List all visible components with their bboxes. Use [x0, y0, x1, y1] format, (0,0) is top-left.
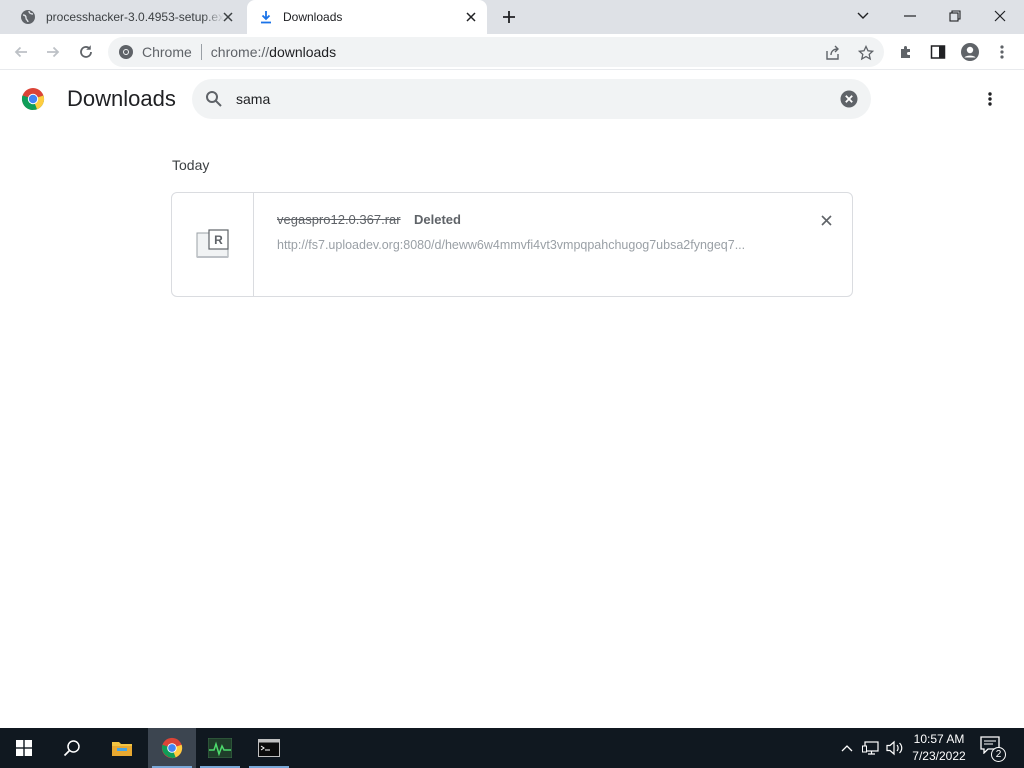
- download-icon: [259, 10, 273, 24]
- omnibox-divider: [200, 44, 202, 60]
- taskbar-file-explorer[interactable]: [98, 728, 146, 768]
- url-scheme: chrome://: [210, 44, 270, 60]
- clock-date: 7/23/2022: [912, 749, 966, 763]
- minimize-icon[interactable]: [895, 4, 925, 28]
- globe-icon: [20, 9, 36, 25]
- clear-search-icon[interactable]: [840, 90, 858, 108]
- download-status: Deleted: [414, 212, 461, 227]
- browser-toolbar: Chrome chrome:// downloads: [0, 34, 1024, 70]
- extensions-icon[interactable]: [893, 39, 919, 65]
- search-icon: [63, 739, 81, 757]
- profile-avatar-icon[interactable]: [957, 39, 983, 65]
- chrome-logo-icon: [21, 87, 45, 111]
- svg-text:R: R: [214, 233, 223, 247]
- download-url[interactable]: http://fs7.uploadev.org:8080/d/heww6w4mm…: [277, 238, 777, 252]
- tab-processhacker[interactable]: processhacker-3.0.4953-setup.exe: [8, 0, 244, 34]
- close-tab-icon[interactable]: [220, 9, 236, 25]
- browser-menu-icon[interactable]: [989, 39, 1015, 65]
- more-actions-icon[interactable]: [980, 89, 1000, 109]
- date-section-label: Today: [172, 157, 210, 173]
- volume-icon[interactable]: [885, 738, 905, 758]
- search-input[interactable]: [236, 88, 816, 110]
- url-host: downloads: [269, 44, 337, 60]
- taskbar-chrome[interactable]: [148, 728, 196, 768]
- page-title: Downloads: [67, 86, 176, 111]
- close-tab-icon[interactable]: [463, 9, 479, 25]
- tab-strip: processhacker-3.0.4953-setup.exe Downloa…: [0, 0, 1024, 34]
- site-label: Chrome: [142, 44, 192, 60]
- reload-icon[interactable]: [73, 39, 99, 65]
- forward-icon[interactable]: [40, 39, 66, 65]
- restore-icon[interactable]: [940, 4, 970, 28]
- search-bar: [192, 79, 871, 119]
- rar-archive-icon: R: [196, 229, 230, 259]
- clock-time: 10:57 AM: [913, 732, 965, 746]
- remove-item-icon[interactable]: [818, 212, 834, 228]
- bookmark-star-icon[interactable]: [857, 44, 875, 62]
- chrome-icon: [161, 737, 183, 759]
- taskbar-terminal[interactable]: [245, 728, 293, 768]
- downloads-header: Downloads: [0, 71, 1024, 127]
- windows-start-icon: [16, 740, 32, 756]
- notification-center-button[interactable]: 2: [980, 736, 1006, 762]
- file-explorer-icon: [111, 739, 133, 757]
- process-hacker-icon: [208, 738, 232, 758]
- back-icon[interactable]: [8, 39, 34, 65]
- search-icon: [205, 90, 223, 108]
- tab-search-icon[interactable]: [848, 4, 878, 28]
- side-panel-icon[interactable]: [925, 39, 951, 65]
- taskbar-search-button[interactable]: [48, 728, 96, 768]
- chrome-site-icon: [118, 44, 134, 60]
- taskbar-process-hacker[interactable]: [196, 728, 244, 768]
- new-tab-button[interactable]: [498, 6, 520, 28]
- download-item: R vegaspro12.0.367.rar Deleted http://fs…: [171, 192, 853, 297]
- file-icon-area: R: [172, 193, 254, 296]
- address-bar[interactable]: Chrome chrome:// downloads: [108, 37, 884, 67]
- tab-title: Downloads: [283, 10, 343, 24]
- notification-badge: 2: [991, 747, 1006, 762]
- close-window-icon[interactable]: [985, 4, 1015, 28]
- file-name[interactable]: vegaspro12.0.367.rar: [277, 212, 401, 227]
- share-icon[interactable]: [824, 44, 842, 62]
- start-button[interactable]: [0, 728, 48, 768]
- network-icon[interactable]: [861, 738, 881, 758]
- show-hidden-icons-icon[interactable]: [837, 738, 857, 758]
- taskbar: 10:57 AM 7/23/2022 2: [0, 728, 1024, 768]
- tab-downloads[interactable]: Downloads: [247, 0, 487, 34]
- system-clock[interactable]: 10:57 AM 7/23/2022: [906, 731, 972, 765]
- tab-title: processhacker-3.0.4953-setup.exe: [46, 10, 224, 24]
- terminal-icon: [258, 739, 280, 757]
